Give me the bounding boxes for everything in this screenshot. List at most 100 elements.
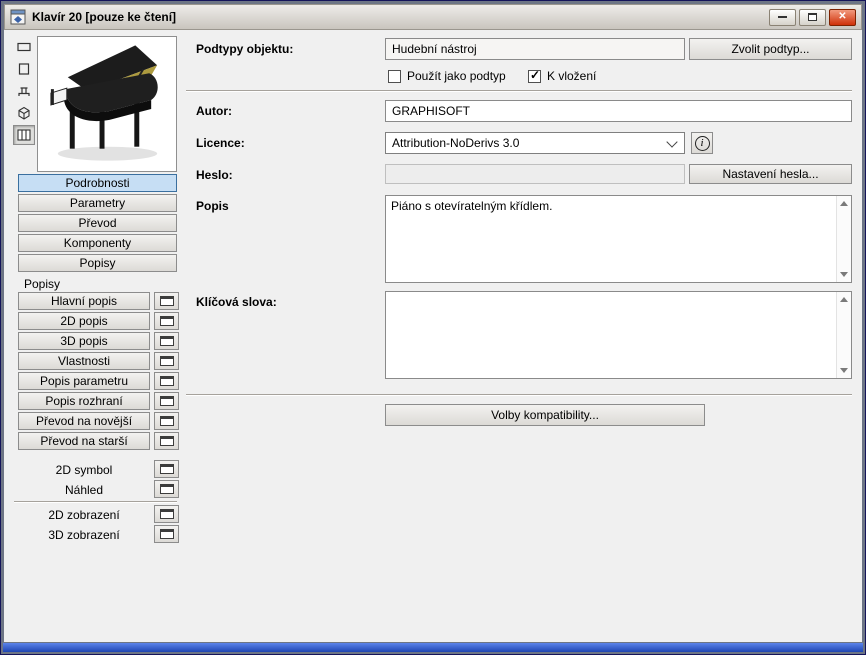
cube-icon [18, 106, 30, 120]
description-textarea[interactable]: Piáno s otevíratelným křídlem. [386, 196, 836, 282]
label-license: Licence: [196, 136, 245, 150]
maximize-button[interactable] [799, 8, 826, 26]
object-preview [37, 36, 177, 172]
license-info-button[interactable]: i [691, 132, 713, 154]
subtype-field[interactable] [385, 38, 685, 60]
compatibility-options-button[interactable]: Volby kompatibility... [385, 404, 705, 426]
window-icon [159, 296, 174, 306]
script-button-hlavni-popis[interactable]: Hlavní popis [18, 292, 150, 310]
password-settings-button[interactable]: Nastavení hesla... [689, 164, 852, 184]
script-button-prevod-starsi[interactable]: Převod na starší [18, 432, 150, 450]
use-as-subtype-label: Použít jako podtyp [407, 69, 506, 83]
label-3d-zobrazeni: 3D zobrazení [48, 528, 120, 542]
placeable-label: K vložení [547, 69, 597, 83]
minimize-button[interactable] [769, 8, 796, 26]
window-icon [159, 464, 174, 474]
window-icon [159, 336, 174, 346]
open-window-3d-popis[interactable] [154, 332, 179, 350]
open-window-3d-zobrazeni[interactable] [154, 525, 179, 543]
object-editor-window: Klavír 20 [pouze ke čtení] ✕ Podrobnosti… [0, 0, 866, 655]
description-scrollbar[interactable] [836, 196, 851, 282]
open-window-prevod-starsi[interactable] [154, 432, 179, 450]
tab-parametry[interactable]: Parametry [18, 194, 177, 212]
author-field[interactable] [385, 100, 852, 122]
description-area: Piáno s otevíratelným křídlem. [385, 195, 852, 283]
window-icon [159, 356, 174, 366]
keywords-scrollbar[interactable] [836, 292, 851, 378]
window-controls: ✕ [769, 8, 856, 26]
open-window-nahled[interactable] [154, 480, 179, 498]
window-icon [159, 416, 174, 426]
label-password: Heslo: [196, 168, 233, 182]
license-value: Attribution-NoDerivs 3.0 [392, 136, 520, 150]
keywords-area [385, 291, 852, 379]
maximize-icon [808, 13, 817, 21]
scroll-up-icon[interactable] [837, 293, 851, 306]
keywords-textarea[interactable] [386, 292, 836, 378]
scripts-section-heading: Popisy [24, 277, 61, 291]
window-icon [159, 484, 174, 494]
script-button-3d-popis[interactable]: 3D popis [18, 332, 150, 350]
tab-prevod[interactable]: Převod [18, 214, 177, 232]
label-keywords: Klíčová slova: [196, 295, 277, 309]
window-icon [159, 436, 174, 446]
close-icon: ✕ [838, 11, 847, 22]
rect-icon [17, 42, 31, 52]
use-as-subtype-option: Použít jako podtyp [388, 68, 506, 84]
titlebar[interactable]: Klavír 20 [pouze ke čtení] ✕ [4, 4, 862, 30]
label-description: Popis [196, 199, 229, 213]
window-title: Klavír 20 [pouze ke čtení] [32, 10, 177, 24]
password-field [385, 164, 685, 184]
stamp-icon [18, 87, 30, 96]
script-button-popis-parametru[interactable]: Popis parametru [18, 372, 150, 390]
script-button-2d-popis[interactable]: 2D popis [18, 312, 150, 330]
scroll-down-icon[interactable] [837, 268, 851, 281]
label-subtypes: Podtypy objektu: [196, 42, 294, 56]
open-window-prevod-novejsi[interactable] [154, 412, 179, 430]
label-author: Autor: [196, 104, 232, 118]
label-nahled: Náhled [64, 483, 104, 497]
placeable-checkbox[interactable] [528, 69, 541, 83]
script-button-prevod-novejsi[interactable]: Převod na novější [18, 412, 150, 430]
open-window-2d-popis[interactable] [154, 312, 179, 330]
tab-popisy[interactable]: Popisy [18, 254, 177, 272]
divider [186, 394, 852, 396]
sidebar-divider [14, 501, 177, 503]
close-button[interactable]: ✕ [829, 8, 856, 26]
tool-button-symbol[interactable] [13, 59, 35, 79]
use-as-subtype-checkbox[interactable] [388, 69, 401, 83]
chevron-down-icon [666, 135, 678, 148]
window-icon [159, 509, 174, 519]
license-dropdown[interactable]: Attribution-NoDerivs 3.0 [385, 132, 685, 154]
square-icon [18, 63, 30, 75]
film-icon [17, 129, 31, 141]
open-window-2d-zobrazeni[interactable] [154, 505, 179, 523]
open-window-popis-parametru[interactable] [154, 372, 179, 390]
window-icon [159, 376, 174, 386]
tool-button-stamp[interactable] [13, 81, 35, 101]
open-window-2d-symbol[interactable] [154, 460, 179, 478]
script-button-popis-rozhrani[interactable]: Popis rozhraní [18, 392, 150, 410]
tab-podrobnosti[interactable]: Podrobnosti [18, 174, 177, 192]
tool-button-3d[interactable] [13, 103, 35, 123]
tab-komponenty[interactable]: Komponenty [18, 234, 177, 252]
window-icon [159, 396, 174, 406]
choose-subtype-button[interactable]: Zvolit podtyp... [689, 38, 852, 60]
app-icon [10, 9, 26, 25]
minimize-icon [778, 16, 787, 18]
open-window-popis-rozhrani[interactable] [154, 392, 179, 410]
scroll-up-icon[interactable] [837, 197, 851, 210]
label-2d-zobrazeni: 2D zobrazení [48, 508, 120, 522]
client-area: Podrobnosti Parametry Převod Komponenty … [4, 30, 862, 642]
open-window-vlastnosti[interactable] [154, 352, 179, 370]
window-frame-bottom [3, 643, 863, 652]
scroll-down-icon[interactable] [837, 364, 851, 377]
open-window-hlavni-popis[interactable] [154, 292, 179, 310]
tool-button-fragment[interactable] [13, 37, 35, 57]
divider [186, 90, 852, 92]
info-icon: i [694, 135, 710, 151]
window-icon [159, 529, 174, 539]
label-2d-symbol: 2D symbol [55, 463, 113, 477]
script-button-vlastnosti[interactable]: Vlastnosti [18, 352, 150, 370]
tool-button-script[interactable] [13, 125, 35, 145]
